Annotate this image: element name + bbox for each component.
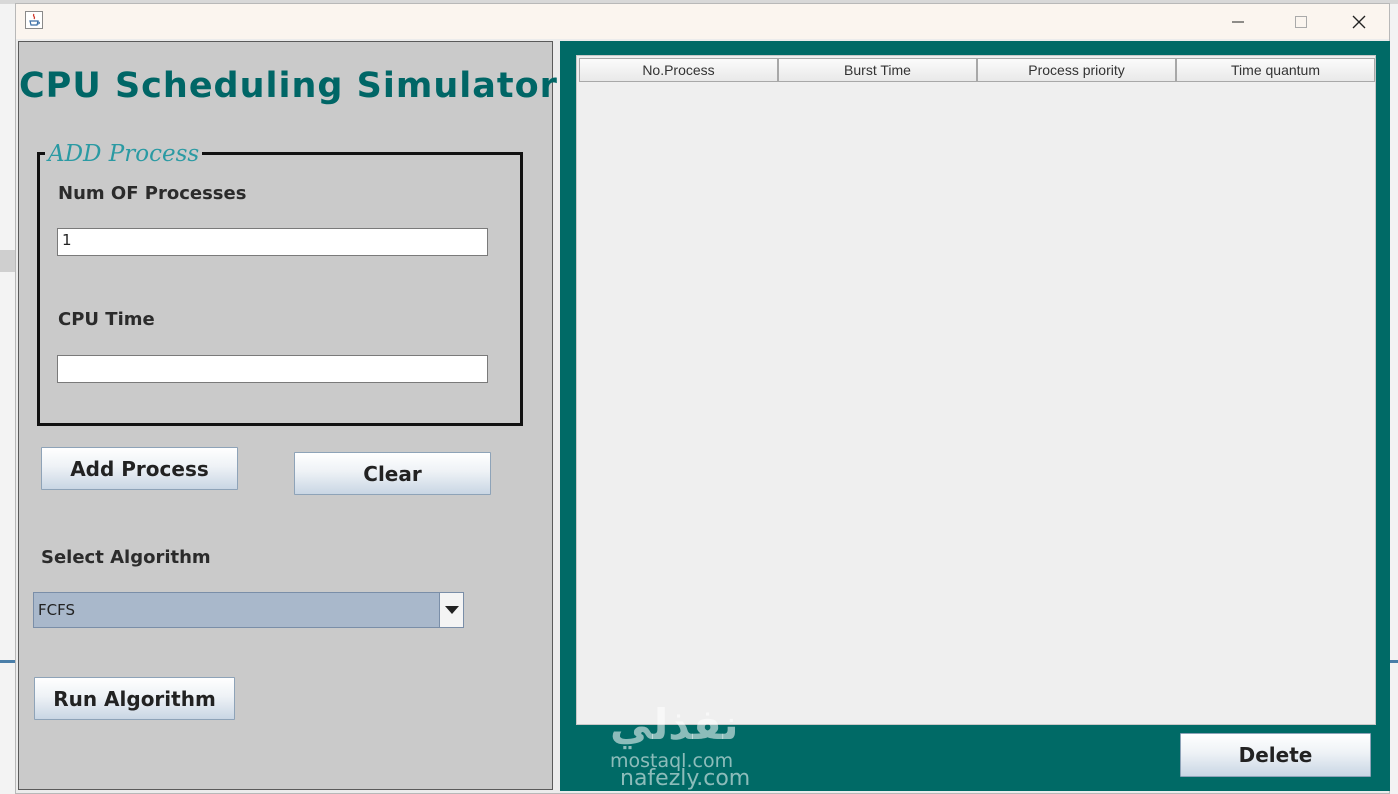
clear-button[interactable]: Clear (294, 452, 491, 495)
chevron-down-icon (444, 605, 459, 614)
background-band (0, 250, 16, 272)
dropdown-arrow-button[interactable] (439, 593, 463, 627)
cpu-time-input[interactable] (57, 355, 488, 383)
minimize-icon (1232, 21, 1244, 22)
num-processes-label: Num OF Processes (58, 183, 247, 204)
algorithm-selected-value: FCFS (38, 601, 75, 619)
maximize-button[interactable] (1272, 4, 1330, 39)
background-line-left (0, 660, 16, 663)
minimize-button[interactable] (1209, 4, 1267, 39)
maximize-icon (1295, 15, 1307, 28)
watermark: نفذلي mostaql.com nafezly.com (600, 700, 800, 792)
control-panel: CPU Scheduling Simulator ADD Process Num… (18, 41, 557, 790)
process-table-panel: No.Process Burst Time Process priority T… (560, 41, 1390, 791)
close-icon (1352, 15, 1366, 28)
app-window: CPU Scheduling Simulator ADD Process Num… (15, 3, 1390, 794)
add-process-group-title: ADD Process (45, 141, 203, 167)
app-title: CPU Scheduling Simulator (19, 66, 558, 106)
column-header-burst-time[interactable]: Burst Time (778, 58, 977, 82)
title-bar[interactable] (16, 4, 1389, 39)
run-algorithm-button[interactable]: Run Algorithm (34, 677, 235, 720)
table-header: No.Process Burst Time Process priority T… (579, 58, 1375, 82)
process-table[interactable]: No.Process Burst Time Process priority T… (576, 55, 1376, 725)
add-process-button[interactable]: Add Process (41, 447, 238, 490)
java-app-icon[interactable] (25, 11, 43, 29)
column-header-priority[interactable]: Process priority (977, 58, 1176, 82)
column-header-process[interactable]: No.Process (579, 58, 778, 82)
num-processes-input[interactable]: 1 (57, 228, 488, 256)
column-header-time-quantum[interactable]: Time quantum (1176, 58, 1375, 82)
close-button[interactable] (1330, 4, 1388, 39)
add-process-group: ADD Process Num OF Processes 1 CPU Time (37, 141, 523, 426)
watermark-logo: نفذلي (610, 700, 741, 749)
algorithm-select[interactable]: FCFS (33, 592, 464, 628)
select-algorithm-label: Select Algorithm (41, 547, 211, 568)
cpu-time-label: CPU Time (58, 309, 155, 330)
delete-button[interactable]: Delete (1180, 733, 1371, 777)
watermark-line-2: nafezly.com (620, 766, 751, 791)
